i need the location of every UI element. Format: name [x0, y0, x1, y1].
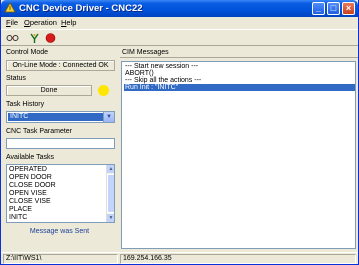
- stop-icon: [45, 33, 56, 43]
- list-item[interactable]: ABORT(): [124, 70, 355, 77]
- chevron-down-icon[interactable]: ▼: [103, 112, 114, 122]
- maximize-button[interactable]: □: [327, 2, 340, 15]
- control-mode-label: Control Mode: [6, 49, 49, 56]
- scroll-down-icon[interactable]: ▼: [107, 214, 114, 222]
- list-item[interactable]: OPERATED: [9, 166, 47, 174]
- app-icon: [4, 2, 16, 13]
- connect-button[interactable]: [6, 32, 19, 44]
- list-item[interactable]: CLOSE VISE: [9, 198, 51, 206]
- status-bar: Z:\IIT\WS1\ 169.254.166.35: [1, 252, 358, 264]
- antenna-icon: [30, 33, 39, 43]
- status-ip: 169.254.166.35: [120, 254, 356, 264]
- scroll-up-icon[interactable]: ▲: [107, 165, 114, 173]
- list-item[interactable]: OPEN VISE: [9, 190, 47, 198]
- minimize-button[interactable]: _: [312, 2, 325, 15]
- close-button[interactable]: ×: [342, 2, 355, 15]
- cim-messages-label: CIM Messages: [120, 48, 358, 58]
- status-label: Status: [6, 75, 26, 82]
- status-indicator-light: [98, 85, 109, 96]
- task-history-label: Task History: [6, 101, 45, 108]
- main-window: CNC Device Driver - CNC22 _ □ × File Ope…: [0, 0, 359, 265]
- cim-messages-list[interactable]: --- Start new session --- ABORT() --- Sk…: [121, 61, 356, 249]
- list-item[interactable]: OPEN DOOR: [9, 174, 52, 182]
- task-parameter-input[interactable]: [6, 138, 115, 149]
- available-tasks-label: Available Tasks: [6, 154, 54, 161]
- list-item[interactable]: PLACE: [9, 206, 32, 214]
- menu-help[interactable]: Help: [61, 18, 76, 28]
- menu-file[interactable]: File: [6, 18, 18, 28]
- status-path: Z:\IIT\WS1\: [3, 254, 118, 264]
- list-item[interactable]: --- Skip all the actions ---: [124, 77, 355, 84]
- window-title: CNC Device Driver - CNC22: [19, 3, 143, 14]
- list-item-selected[interactable]: Run Init : "INITC": [124, 84, 355, 91]
- tasks-scrollbar[interactable]: ▲ ▼: [106, 165, 114, 222]
- list-item[interactable]: CLOSE DOOR: [9, 182, 56, 190]
- title-bar[interactable]: CNC Device Driver - CNC22 _ □ ×: [1, 0, 358, 17]
- toolbar: [1, 29, 358, 46]
- status-value: Done: [6, 85, 92, 96]
- menu-operation[interactable]: Operation: [24, 18, 57, 28]
- menu-bar: File Operation Help: [1, 17, 358, 29]
- list-item[interactable]: --- Start new session ---: [124, 63, 355, 70]
- available-tasks-list[interactable]: OPERATED OPEN DOOR CLOSE DOOR OPEN VISE …: [6, 164, 115, 223]
- list-item[interactable]: INITC: [9, 214, 27, 222]
- control-mode-value: On-Line Mode : Connected OK: [6, 60, 115, 71]
- task-parameter-label: CNC Task Parameter: [6, 128, 73, 135]
- task-history-selected: INITC: [8, 113, 103, 121]
- scroll-thumb[interactable]: [107, 174, 114, 213]
- antenna-button[interactable]: [28, 32, 41, 44]
- stop-button[interactable]: [44, 32, 57, 44]
- connect-icon: [6, 35, 19, 41]
- message-sent-text: Message was Sent: [29, 228, 90, 235]
- task-history-dropdown[interactable]: INITC ▼: [6, 111, 115, 123]
